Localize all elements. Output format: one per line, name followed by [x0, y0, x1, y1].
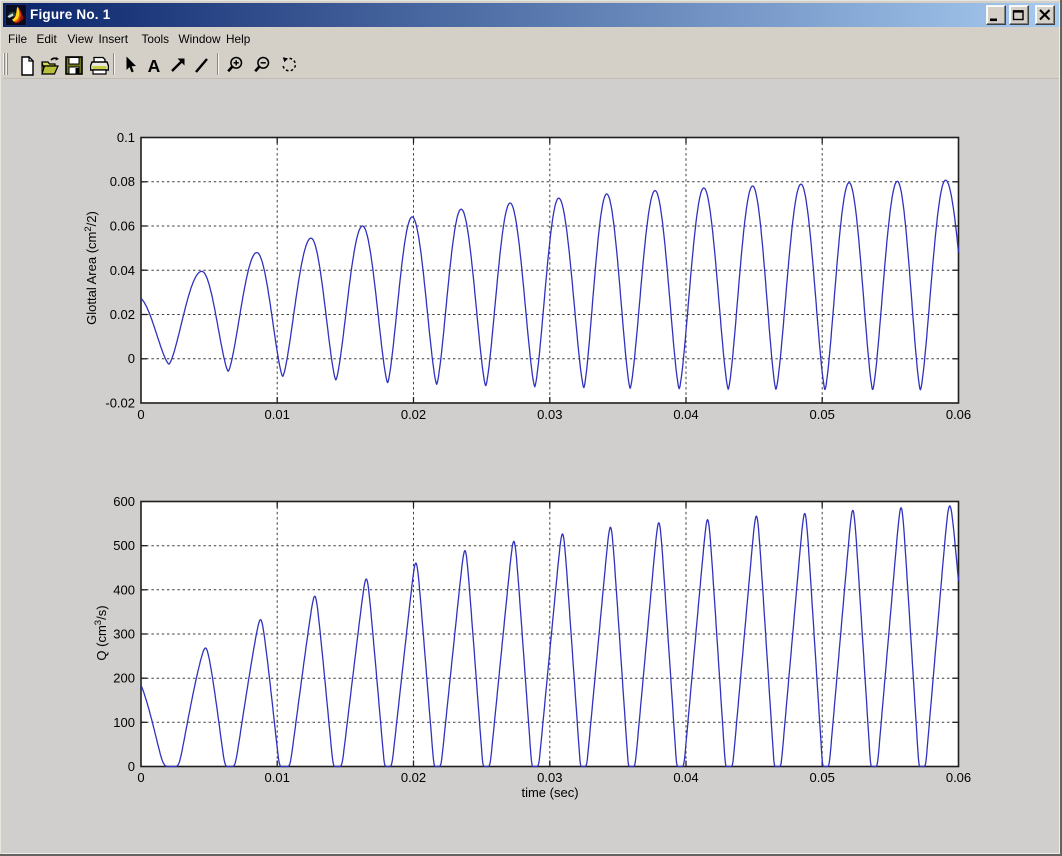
- svg-text:0: 0: [128, 759, 135, 774]
- svg-text:Q (cm3/s): Q (cm3/s): [93, 605, 109, 660]
- svg-text:0.08: 0.08: [110, 174, 135, 189]
- svg-text:0: 0: [128, 351, 135, 366]
- svg-text:0.04: 0.04: [110, 263, 135, 278]
- svg-text:200: 200: [113, 671, 135, 686]
- svg-text:0.03: 0.03: [537, 770, 562, 785]
- svg-text:0.02: 0.02: [110, 307, 135, 322]
- svg-text:0.04: 0.04: [673, 407, 698, 422]
- svg-text:500: 500: [113, 538, 135, 553]
- svg-text:600: 600: [113, 494, 135, 509]
- svg-text:Glottal Area (cm2/2): Glottal Area (cm2/2): [83, 211, 99, 325]
- svg-text:0.05: 0.05: [810, 407, 835, 422]
- svg-text:0.01: 0.01: [265, 407, 290, 422]
- svg-text:0.02: 0.02: [401, 407, 426, 422]
- svg-text:-0.02: -0.02: [105, 396, 135, 411]
- svg-text:300: 300: [113, 627, 135, 642]
- svg-text:A: A: [147, 56, 160, 76]
- svg-text:0: 0: [137, 770, 144, 785]
- svg-text:0.03: 0.03: [537, 407, 562, 422]
- svg-text:100: 100: [113, 715, 135, 730]
- svg-text:400: 400: [113, 582, 135, 597]
- svg-text:0.1: 0.1: [117, 130, 135, 145]
- svg-text:0.06: 0.06: [946, 407, 971, 422]
- svg-text:0.05: 0.05: [810, 770, 835, 785]
- svg-text:0.02: 0.02: [401, 770, 426, 785]
- svg-text:0.06: 0.06: [110, 219, 135, 234]
- svg-text:0.06: 0.06: [946, 770, 971, 785]
- svg-text:0.01: 0.01: [265, 770, 290, 785]
- svg-text:0: 0: [137, 407, 144, 422]
- svg-text:0.04: 0.04: [673, 770, 698, 785]
- svg-text:time (sec): time (sec): [521, 785, 578, 800]
